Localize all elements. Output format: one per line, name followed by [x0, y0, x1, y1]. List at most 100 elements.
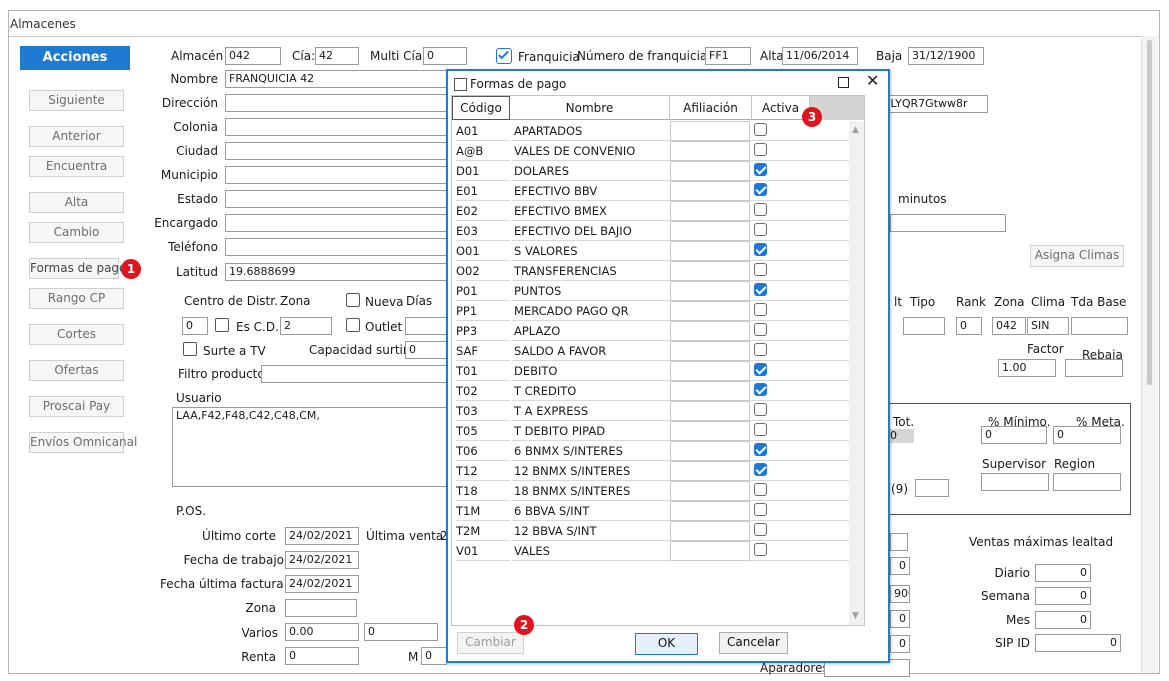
activa-checkbox[interactable] [754, 523, 767, 536]
encargado-field[interactable] [225, 214, 447, 232]
telefono-field[interactable] [225, 238, 447, 256]
latitud-field[interactable]: 19.6888699 [225, 263, 447, 281]
factor-field[interactable]: 1.00 [998, 359, 1056, 377]
rebaja-field[interactable] [1065, 359, 1123, 377]
rank-field[interactable]: 0 [956, 317, 982, 335]
municipio-field[interactable] [225, 166, 447, 184]
alta-field[interactable]: 11/06/2014 [782, 47, 858, 65]
row-afiliacion-field[interactable] [670, 201, 750, 221]
baja-field[interactable]: 31/12/1900 [908, 47, 984, 65]
activa-checkbox[interactable] [754, 403, 767, 416]
row-afiliacion-field[interactable] [670, 521, 750, 541]
activa-checkbox[interactable] [754, 163, 767, 176]
fecha-trabajo-field[interactable]: 24/02/2021 [285, 551, 359, 569]
payment-row[interactable]: P01 PUNTOS [452, 281, 849, 301]
envios-omnicanal-button[interactable]: Envíos Omnicanal [29, 432, 137, 453]
payment-row[interactable]: V01 VALES [452, 541, 849, 561]
scroll-down-arrow-icon[interactable]: ▼ [852, 611, 859, 621]
payment-row[interactable]: T2M 12 BBVA S/INT [452, 521, 849, 541]
region-field[interactable] [1053, 473, 1121, 491]
filtro-field[interactable] [261, 365, 447, 383]
activa-checkbox[interactable] [754, 443, 767, 456]
meta-field[interactable]: 0 [1053, 426, 1121, 444]
close-icon[interactable]: ✕ [866, 72, 879, 90]
payment-row[interactable]: T05 T DEBITO PIPAD [452, 421, 849, 441]
row-afiliacion-field[interactable] [670, 541, 750, 561]
mes-field[interactable]: 0 [1035, 611, 1091, 629]
mid-field-1[interactable]: 0 [890, 557, 910, 575]
ofertas-button[interactable]: Ofertas [29, 360, 124, 381]
activa-checkbox[interactable] [754, 243, 767, 256]
payment-row[interactable]: PP1 MERCADO PAGO QR [452, 301, 849, 321]
renta-field[interactable]: 0 [285, 647, 359, 665]
mid-field-0[interactable] [890, 533, 908, 551]
capacidad-field[interactable]: 0 [405, 341, 447, 359]
cambio-button[interactable]: Cambio [29, 222, 124, 243]
ultimo-corte-field[interactable]: 24/02/2021 [285, 527, 359, 545]
row-afiliacion-field[interactable] [670, 241, 750, 261]
payment-row[interactable]: SAF SALDO A FAVOR [452, 341, 849, 361]
zona-field[interactable]: 2 [280, 317, 332, 335]
activa-checkbox[interactable] [754, 303, 767, 316]
nueva-checkbox[interactable] [346, 293, 360, 307]
sipid-field[interactable]: 0 [1035, 634, 1121, 652]
grid-scrollbar[interactable]: ▲ ▼ [849, 121, 864, 625]
row-afiliacion-field[interactable] [670, 121, 750, 141]
mid-field-3[interactable]: 0 [890, 610, 910, 628]
estado-field[interactable] [225, 190, 447, 208]
num-franquicia-field[interactable]: FF1 [705, 47, 751, 65]
surte-tv-checkbox[interactable] [183, 342, 197, 356]
payment-row[interactable]: T06 6 BNMX S/INTERES [452, 441, 849, 461]
row-afiliacion-field[interactable] [670, 261, 750, 281]
col-nombre-header[interactable]: Nombre [510, 96, 670, 120]
outlet-checkbox[interactable] [346, 318, 360, 332]
activa-checkbox[interactable] [754, 223, 767, 236]
activa-checkbox[interactable] [754, 123, 767, 136]
payment-row[interactable]: E01 EFECTIVO BBV [452, 181, 849, 201]
formas-de-pago-button[interactable]: Formas de pago [29, 258, 126, 279]
payment-row[interactable]: A@B VALES DE CONVENIO [452, 141, 849, 161]
main-scrollbar[interactable] [1141, 36, 1158, 673]
encuentra-button[interactable]: Encuentra [29, 156, 124, 177]
ciudad-field[interactable] [225, 142, 447, 160]
row-afiliacion-field[interactable] [670, 381, 750, 401]
payment-row[interactable]: PP3 APLAZO [452, 321, 849, 341]
activa-checkbox[interactable] [754, 323, 767, 336]
cancelar-button[interactable]: Cancelar [719, 632, 788, 654]
row-afiliacion-field[interactable] [670, 301, 750, 321]
direccion-field[interactable] [225, 94, 447, 112]
tdabase-field[interactable] [1071, 317, 1128, 335]
row-afiliacion-field[interactable] [670, 421, 750, 441]
mid-field-2[interactable]: 900 [890, 585, 910, 603]
tipo-field[interactable] [903, 317, 945, 335]
activa-checkbox[interactable] [754, 423, 767, 436]
supervisor-field[interactable] [981, 473, 1049, 491]
activa-checkbox[interactable] [754, 283, 767, 296]
payment-row[interactable]: O01 S VALORES [452, 241, 849, 261]
row-afiliacion-field[interactable] [670, 481, 750, 501]
activa-checkbox[interactable] [754, 463, 767, 476]
minimo-field[interactable]: 0 [981, 426, 1047, 444]
row-afiliacion-field[interactable] [670, 141, 750, 161]
rango-cp-button[interactable]: Rango CP [29, 288, 124, 309]
row-afiliacion-field[interactable] [670, 161, 750, 181]
minutos-field[interactable] [890, 214, 1006, 232]
row-afiliacion-field[interactable] [670, 181, 750, 201]
payment-row[interactable]: E02 EFECTIVO BMEX [452, 201, 849, 221]
row-afiliacion-field[interactable] [670, 361, 750, 381]
payment-row[interactable]: T1M 6 BBVA S/INT [452, 501, 849, 521]
colonia-field[interactable] [225, 118, 447, 136]
nine-field[interactable] [915, 479, 949, 497]
row-afiliacion-field[interactable] [670, 441, 750, 461]
anterior-button[interactable]: Anterior [29, 126, 124, 147]
clima-field[interactable]: SIN [1027, 317, 1069, 335]
activa-checkbox[interactable] [754, 183, 767, 196]
payment-row[interactable]: T03 T A EXPRESS [452, 401, 849, 421]
activa-checkbox[interactable] [754, 483, 767, 496]
zona2-field[interactable]: 042 [992, 317, 1026, 335]
cortes-button[interactable]: Cortes [29, 324, 124, 345]
cambiar-button[interactable]: Cambiar [457, 632, 524, 654]
row-afiliacion-field[interactable] [670, 501, 750, 521]
payment-row[interactable]: T02 T CREDITO [452, 381, 849, 401]
ok-button[interactable]: OK [635, 633, 698, 655]
